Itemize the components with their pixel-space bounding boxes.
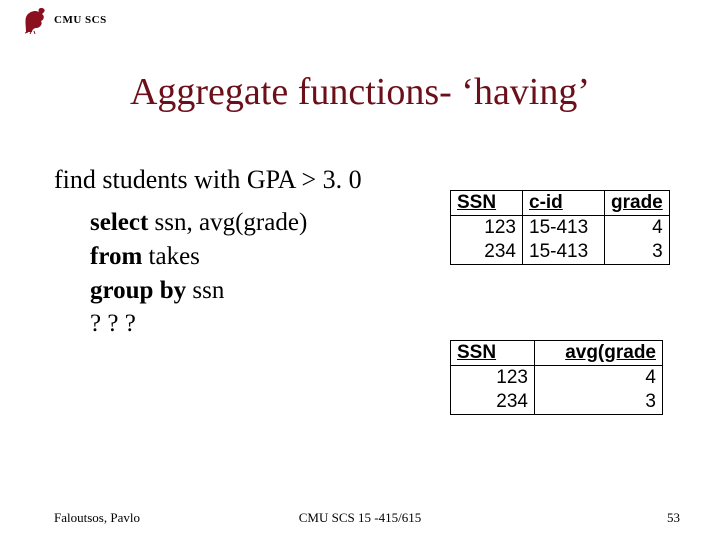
table-row: 123 4 <box>451 366 663 391</box>
col-ssn: SSN <box>451 341 535 366</box>
table-row: 234 15-413 3 <box>451 240 670 265</box>
txt-groupby-col: ssn <box>186 277 224 304</box>
footer-course: CMU SCS 15 -415/615 <box>0 510 720 526</box>
kw-select: select <box>90 209 148 236</box>
kw-from: from <box>90 243 142 270</box>
col-grade: grade <box>605 191 670 216</box>
table-header-row: SSN c-id grade <box>451 191 670 216</box>
col-ssn: SSN <box>451 191 523 216</box>
table-row: 123 15-413 4 <box>451 216 670 241</box>
table-header-row: SSN avg(grade <box>451 341 663 366</box>
query-line-3: group by ssn <box>90 274 307 308</box>
txt-select-cols: ssn, avg(grade) <box>148 209 307 236</box>
footer-page: 53 <box>667 510 680 526</box>
cell: 4 <box>605 216 670 241</box>
slide-header: CMU SCS <box>22 6 107 34</box>
cell: 234 <box>451 390 535 415</box>
col-avggrade: avg(grade <box>535 341 663 366</box>
cell: 3 <box>535 390 663 415</box>
slide-title: Aggregate functions- ‘having’ <box>0 70 720 114</box>
col-cid: c-id <box>523 191 605 216</box>
query-line-1: select ssn, avg(grade) <box>90 206 307 240</box>
query-line-4: ? ? ? <box>90 307 307 341</box>
txt-from-table: takes <box>142 243 200 270</box>
result-table: SSN avg(grade 123 4 234 3 <box>450 340 663 415</box>
cell: 234 <box>451 240 523 265</box>
header-org: CMU SCS <box>54 14 107 26</box>
cell: 123 <box>451 216 523 241</box>
cell: 123 <box>451 366 535 391</box>
query-line-2: from takes <box>90 240 307 274</box>
cell: 15-413 <box>523 216 605 241</box>
kw-groupby: group by <box>90 277 186 304</box>
slide-subtitle: find students with GPA > 3. 0 <box>54 165 362 195</box>
takes-table: SSN c-id grade 123 15-413 4 234 15-413 3 <box>450 190 670 265</box>
table-row: 234 3 <box>451 390 663 415</box>
griffin-logo-icon <box>22 6 48 34</box>
sql-query: select ssn, avg(grade) from takes group … <box>90 206 307 341</box>
cell: 4 <box>535 366 663 391</box>
cell: 3 <box>605 240 670 265</box>
cell: 15-413 <box>523 240 605 265</box>
